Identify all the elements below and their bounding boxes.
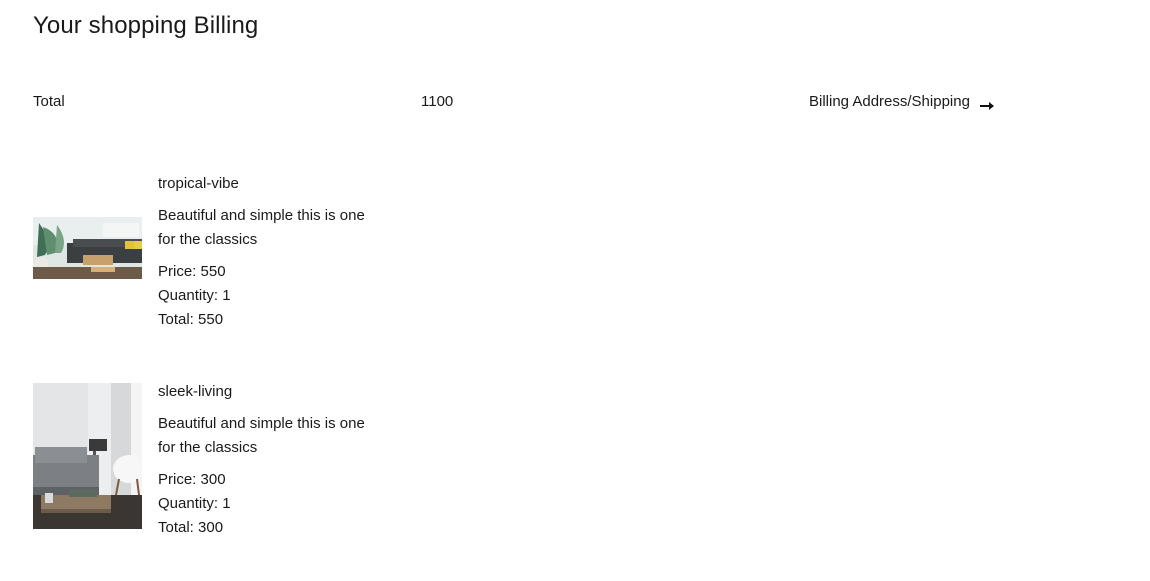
cart-item: sleek-living Beautiful and simple this i… <box>33 380 633 542</box>
item-quantity: Quantity: 1 <box>158 287 231 304</box>
order-summary-row: Total 1100 Billing Address/Shipping <box>0 90 1150 114</box>
billing-page: Your shopping Billing Total 1100 Billing… <box>0 0 1150 581</box>
item-details: sleek-living Beautiful and simple this i… <box>158 380 368 540</box>
item-description: Beautiful and simple this is one for the… <box>158 207 365 248</box>
item-name: tropical-vibe <box>158 175 239 192</box>
item-image-sleek-living <box>33 383 142 529</box>
billing-address-shipping-label: Billing Address/Shipping <box>809 93 970 110</box>
item-quantity: Quantity: 1 <box>158 495 231 512</box>
item-total: Total: 300 <box>158 519 224 536</box>
item-image-tropical-vibe <box>33 217 142 279</box>
arrow-right-icon <box>979 96 995 110</box>
item-price: Price: 300 <box>158 471 226 488</box>
item-name: sleek-living <box>158 383 233 400</box>
item-details: tropical-vibe Beautiful and simple this … <box>158 172 368 332</box>
page-title: Your shopping Billing <box>33 12 259 39</box>
total-label: Total <box>33 93 65 110</box>
item-total: Total: 550 <box>158 311 224 328</box>
item-price: Price: 550 <box>158 263 226 280</box>
item-description: Beautiful and simple this is one for the… <box>158 415 365 456</box>
cart-item: tropical-vibe Beautiful and simple this … <box>33 172 633 334</box>
order-total-value: 1100 <box>421 93 454 110</box>
billing-address-shipping-link[interactable]: Billing Address/Shipping <box>809 90 995 114</box>
